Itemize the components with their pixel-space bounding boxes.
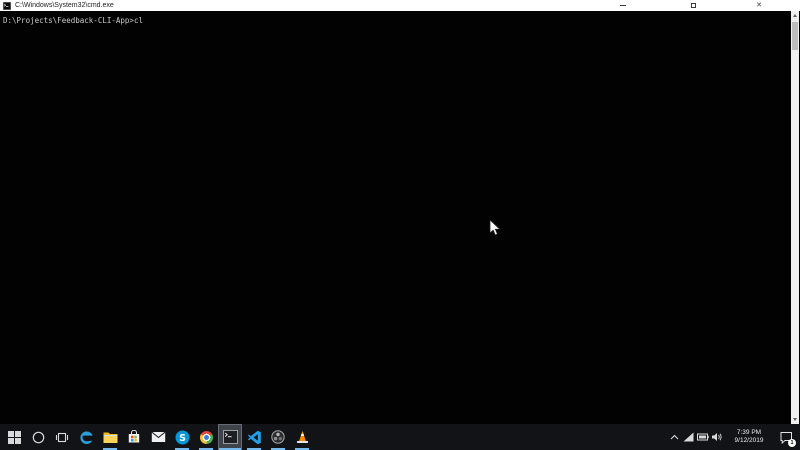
taskbar-item-chrome[interactable] <box>194 424 218 450</box>
chrome-icon <box>199 430 213 444</box>
scroll-down-button[interactable] <box>791 415 799 424</box>
scroll-thumb[interactable] <box>792 22 798 50</box>
taskbar-items: S <box>0 424 314 450</box>
prompt-line: D:\Projects\Feedback-CLI-App>cl <box>3 16 143 25</box>
taskbar-item-vscode[interactable] <box>242 424 266 450</box>
taskbar-item-vlc[interactable] <box>290 424 314 450</box>
taskbar-item-obs[interactable] <box>266 424 290 450</box>
restore-button[interactable] <box>673 0 713 11</box>
battery-icon <box>696 433 709 441</box>
obs-icon <box>271 430 285 444</box>
notification-badge: 1 <box>788 439 796 447</box>
tray-overflow-button[interactable] <box>668 424 681 450</box>
scroll-up-button[interactable] <box>791 11 799 20</box>
clock[interactable]: 7:39 PM 9/12/2019 <box>726 429 772 445</box>
edge-icon <box>79 430 93 444</box>
network-button[interactable] <box>682 424 695 450</box>
cortana-search-button[interactable] <box>26 424 50 450</box>
taskbar-item-skype[interactable]: S <box>170 424 194 450</box>
scroll-down-icon <box>793 418 797 421</box>
scrollbar[interactable] <box>791 11 799 424</box>
envelope-icon <box>150 431 166 442</box>
network-icon <box>683 432 694 442</box>
minimize-icon <box>620 5 626 6</box>
cmd-window-icon <box>3 1 11 10</box>
taskbar-item-store[interactable] <box>122 424 146 450</box>
vlc-cone-icon <box>296 430 308 443</box>
task-view-icon <box>55 432 69 442</box>
taskbar: S 7:39 PM 9/12/2019 1 <box>0 424 800 450</box>
system-tray: 7:39 PM 9/12/2019 1 <box>668 424 800 450</box>
store-bag-icon <box>128 430 140 443</box>
restore-icon <box>690 3 696 8</box>
cmd-icon <box>222 430 238 444</box>
cortana-circle-icon <box>32 431 44 443</box>
scroll-up-icon <box>793 14 797 17</box>
folder-icon <box>103 432 117 443</box>
start-button[interactable] <box>2 424 26 450</box>
action-center-button[interactable]: 1 <box>774 424 798 450</box>
close-icon: ✕ <box>756 2 762 9</box>
volume-button[interactable] <box>710 424 723 450</box>
window-title: C:\Windows\System32\cmd.exe <box>15 2 114 9</box>
taskbar-item-edge[interactable] <box>74 424 98 450</box>
skype-icon: S <box>175 430 189 444</box>
task-view-button[interactable] <box>50 424 74 450</box>
taskbar-item-mail[interactable] <box>146 424 170 450</box>
taskbar-item-cmd[interactable] <box>218 424 242 450</box>
vscode-icon <box>247 430 261 444</box>
clock-date: 9/12/2019 <box>734 437 764 444</box>
terminal-area[interactable]: D:\Projects\Feedback-CLI-App>cl <box>0 11 800 424</box>
close-button[interactable]: ✕ <box>739 0 779 11</box>
volume-icon <box>711 433 722 441</box>
window-titlebar: C:\Windows\System32\cmd.exe ✕ <box>0 0 800 11</box>
minimize-button[interactable] <box>603 0 643 11</box>
taskbar-item-file-explorer[interactable] <box>98 424 122 450</box>
clock-time: 7:39 PM <box>736 429 762 436</box>
windows-logo-icon <box>7 430 21 444</box>
battery-button[interactable] <box>696 424 709 450</box>
svg-text:S: S <box>179 432 186 443</box>
chevron-up-icon <box>670 434 679 440</box>
